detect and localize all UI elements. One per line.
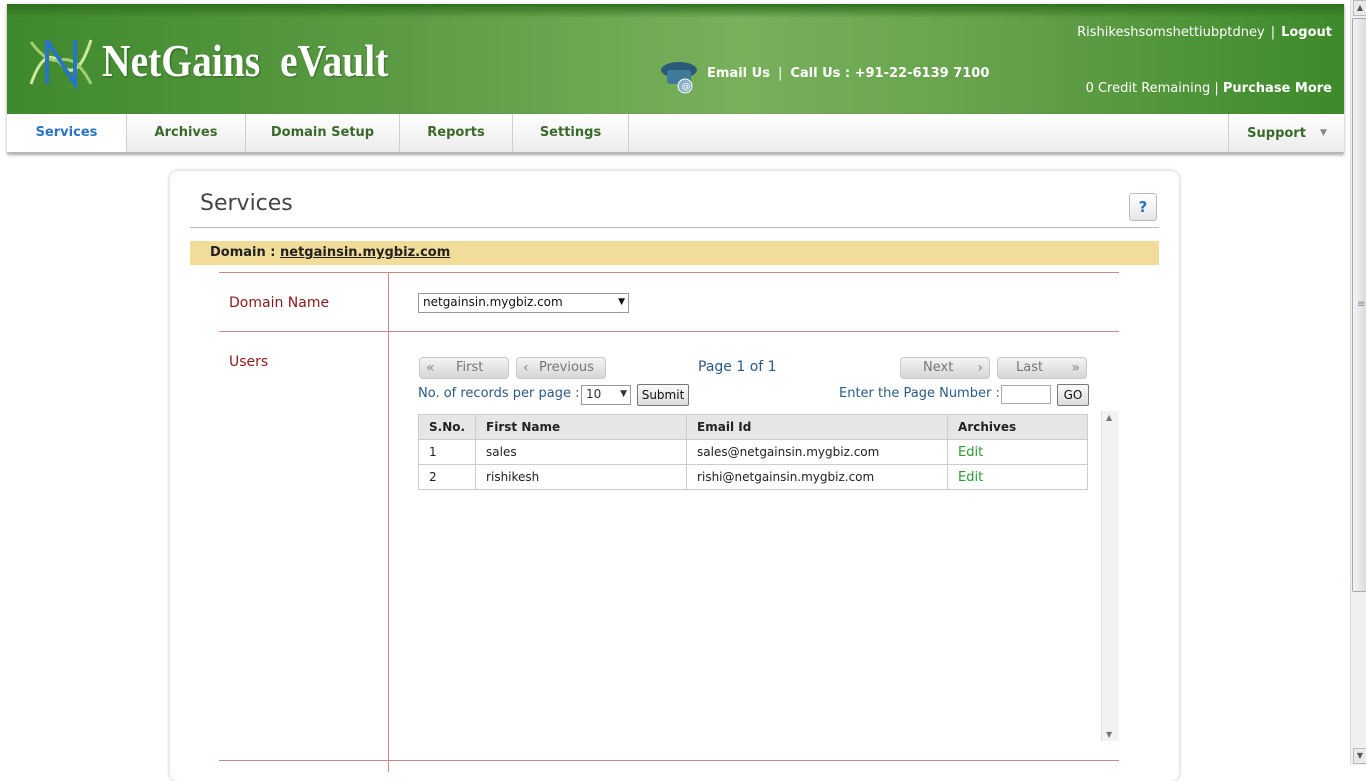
records-per-page-label: No. of records per page : — [418, 386, 580, 401]
domain-select-value: netgainsin.mygbiz.com — [423, 295, 563, 309]
cell-email: rishi@netgainsin.mygbiz.com — [686, 464, 949, 490]
domain-name-label: Domain Name — [229, 295, 330, 311]
app-header: NetGains eVault @ Email Us | Call Us : +91… — [7, 4, 1344, 114]
nav-support[interactable]: Support ▼ — [1228, 114, 1345, 152]
separator: | — [1270, 25, 1276, 40]
submit-button[interactable]: Submit — [637, 384, 689, 406]
users-table: S.No. First Name Email Id Archives 1 sal… — [417, 414, 1088, 490]
nav-settings[interactable]: Settings — [513, 114, 629, 152]
records-per-page-value: 10 — [586, 387, 602, 401]
scroll-thumb[interactable]: ≡ — [1352, 18, 1366, 592]
logout-link[interactable]: Logout — [1281, 25, 1332, 40]
users-table-container: S.No. First Name Email Id Archives 1 sal… — [417, 411, 1119, 741]
call-us-text: Call Us : +91-22-6139 7100 — [790, 66, 990, 81]
cell-sno: 1 — [417, 439, 477, 465]
domain-label: Domain : — [210, 245, 276, 260]
edit-link[interactable]: Edit — [947, 439, 1088, 465]
content-panel: Services ? Domain : netgainsin.mygbiz.co… — [170, 171, 1179, 781]
page-info: Page 1 of 1 — [698, 359, 777, 375]
double-chevron-right-icon: » — [1071, 360, 1080, 376]
domain-select[interactable]: netgainsin.mygbiz.com ▼ — [418, 293, 629, 313]
domain-link[interactable]: netgainsin.mygbiz.com — [280, 245, 450, 260]
last-label: Last — [1016, 360, 1044, 375]
phone-email-icon: @ — [661, 62, 697, 94]
cell-sno: 2 — [417, 464, 477, 490]
separator: | — [777, 66, 783, 81]
page-number-input[interactable] — [1001, 385, 1051, 404]
credit-line: 0 Credit Remaining | Purchase More — [1086, 81, 1332, 96]
help-button[interactable]: ? — [1129, 193, 1157, 221]
page-title: Services — [200, 191, 293, 216]
divider — [219, 331, 1119, 332]
dropdown-arrow-icon: ▼ — [618, 297, 625, 307]
page-scrollbar[interactable]: ▲ ≡ ▼ — [1350, 0, 1366, 765]
divider — [219, 272, 1119, 273]
logo-text[interactable]: NetGains eVault — [102, 34, 388, 87]
chevron-left-icon: ‹ — [523, 360, 529, 376]
table-scrollbar[interactable]: ▲ ▼ — [1101, 411, 1119, 741]
email-us-link[interactable]: Email Us — [707, 66, 770, 81]
first-label: First — [456, 360, 484, 375]
chevron-right-icon: › — [977, 360, 983, 376]
column-header-email: Email Id — [686, 414, 949, 440]
next-button[interactable]: Next › — [900, 357, 990, 379]
purchase-more-link[interactable]: Purchase More — [1223, 81, 1332, 96]
chevron-down-icon: ▼ — [1319, 128, 1327, 138]
nav-domain-setup[interactable]: Domain Setup — [246, 114, 400, 152]
users-label: Users — [229, 354, 269, 370]
nav-archives[interactable]: Archives — [127, 114, 246, 152]
cell-first-name: rishikesh — [475, 464, 688, 490]
credit-text: 0 Credit Remaining | — [1085, 81, 1219, 96]
grip-icon: ≡ — [1357, 299, 1366, 310]
column-header-first-name: First Name — [475, 414, 688, 440]
netgains-logo-icon[interactable] — [25, 34, 97, 90]
edit-link[interactable]: Edit — [947, 464, 1088, 490]
nav-reports[interactable]: Reports — [400, 114, 513, 152]
user-line: Rishikeshsomshettiubptdney | Logout — [1077, 25, 1332, 40]
divider — [219, 760, 1119, 761]
last-button[interactable]: Last » — [997, 357, 1087, 379]
scroll-down-icon[interactable]: ▼ — [1353, 748, 1366, 764]
next-label: Next — [923, 360, 954, 375]
cell-email: sales@netgainsin.mygbiz.com — [686, 439, 949, 465]
records-per-page-select[interactable]: 10 ▼ — [581, 385, 631, 405]
page-number-label: Enter the Page Number : — [839, 386, 1000, 401]
scroll-up-icon[interactable]: ▲ — [1353, 0, 1366, 16]
column-header-sno: S.No. — [417, 414, 477, 440]
previous-label: Previous — [539, 360, 594, 375]
username: Rishikeshsomshettiubptdney — [1077, 25, 1265, 40]
nav-services[interactable]: Services — [7, 114, 127, 152]
double-chevron-left-icon: « — [426, 360, 435, 376]
dropdown-arrow-icon: ▼ — [620, 389, 627, 399]
table-header-row: S.No. First Name Email Id Archives — [417, 414, 1088, 440]
first-button[interactable]: « First — [419, 357, 509, 379]
divider — [388, 272, 389, 772]
table-row: 2 rishikesh rishi@netgainsin.mygbiz.com … — [417, 464, 1088, 490]
header-shade — [7, 4, 1344, 18]
column-header-archives: Archives — [947, 414, 1088, 440]
main-nav: Services Archives Domain Setup Reports S… — [7, 114, 1344, 153]
table-row: 1 sales sales@netgainsin.mygbiz.com Edit — [417, 439, 1088, 465]
contact-info: Email Us | Call Us : +91-22-6139 7100 — [707, 66, 989, 81]
support-label: Support — [1247, 126, 1306, 141]
cell-first-name: sales — [475, 439, 688, 465]
svg-text:@: @ — [682, 82, 691, 92]
scroll-up-icon[interactable]: ▲ — [1106, 413, 1112, 422]
go-button[interactable]: GO — [1057, 384, 1089, 406]
scroll-down-icon[interactable]: ▼ — [1106, 730, 1112, 739]
divider — [190, 227, 1159, 228]
domain-bar: Domain : netgainsin.mygbiz.com — [190, 241, 1159, 265]
previous-button[interactable]: ‹ Previous — [516, 357, 606, 379]
